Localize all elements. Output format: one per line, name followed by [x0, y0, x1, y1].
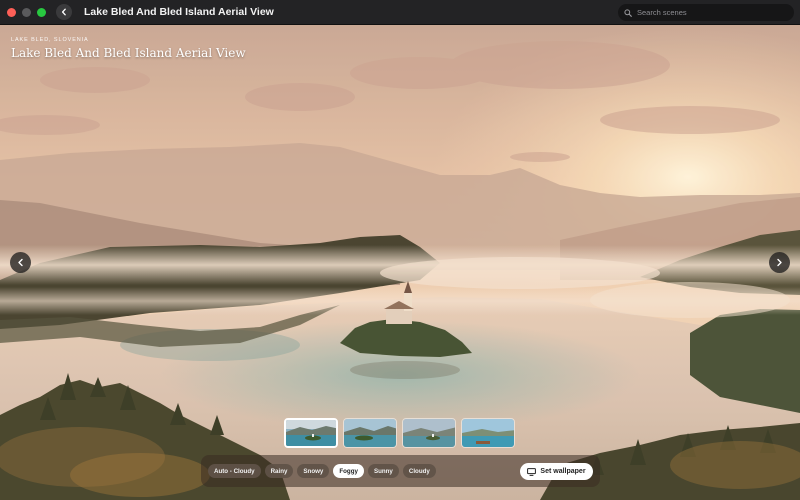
- scene-thumbnail[interactable]: [284, 418, 338, 448]
- next-scene-button[interactable]: [769, 252, 790, 273]
- weather-panel: Auto - Cloudy Rainy Snowy Foggy Sunny Cl…: [201, 455, 600, 487]
- scene-thumbnail[interactable]: [343, 418, 397, 448]
- scene-caption: LAKE BLED, SLOVENIA Lake Bled And Bled I…: [11, 37, 246, 60]
- window-controls: [7, 7, 46, 17]
- weather-chip-auto-cloudy[interactable]: Auto - Cloudy: [208, 464, 261, 478]
- monitor-icon: [527, 467, 537, 476]
- scene-thumbnail[interactable]: [461, 418, 515, 448]
- search-field[interactable]: [618, 4, 794, 21]
- search-icon: [624, 8, 632, 17]
- app-window: Lake Bled And Bled Island Aerial View Se…: [0, 0, 800, 500]
- search-input[interactable]: [637, 8, 787, 17]
- scene-location: LAKE BLED, SLOVENIA: [11, 37, 89, 43]
- set-wallpaper-button[interactable]: Set wallpaper: [520, 463, 593, 480]
- weather-chip-sunny[interactable]: Sunny: [367, 464, 399, 478]
- weather-options: Auto - Cloudy Rainy Snowy Foggy Sunny Cl…: [208, 464, 436, 478]
- chevron-left-icon: [61, 8, 66, 16]
- window-title: Lake Bled And Bled Island Aerial View: [84, 6, 274, 18]
- scene-title: Lake Bled And Bled Island Aerial View: [11, 46, 246, 60]
- weather-chip-foggy[interactable]: Foggy: [333, 464, 364, 478]
- previous-scene-button[interactable]: [10, 252, 31, 273]
- zoom-window-button[interactable]: [37, 7, 46, 17]
- weather-chip-rainy[interactable]: Rainy: [264, 464, 294, 478]
- chevron-right-icon: [777, 258, 782, 267]
- scene-thumbnails: [284, 418, 515, 448]
- minimize-window-button[interactable]: [22, 7, 31, 17]
- weather-chip-snowy[interactable]: Snowy: [297, 464, 330, 478]
- weather-chip-cloudy[interactable]: Cloudy: [402, 464, 436, 478]
- back-button[interactable]: [56, 4, 72, 20]
- chevron-left-icon: [18, 258, 23, 267]
- title-bar: Lake Bled And Bled Island Aerial View: [0, 0, 800, 25]
- set-wallpaper-label: Set wallpaper: [540, 468, 586, 475]
- scene-thumbnail[interactable]: [402, 418, 456, 448]
- close-window-button[interactable]: [7, 7, 16, 17]
